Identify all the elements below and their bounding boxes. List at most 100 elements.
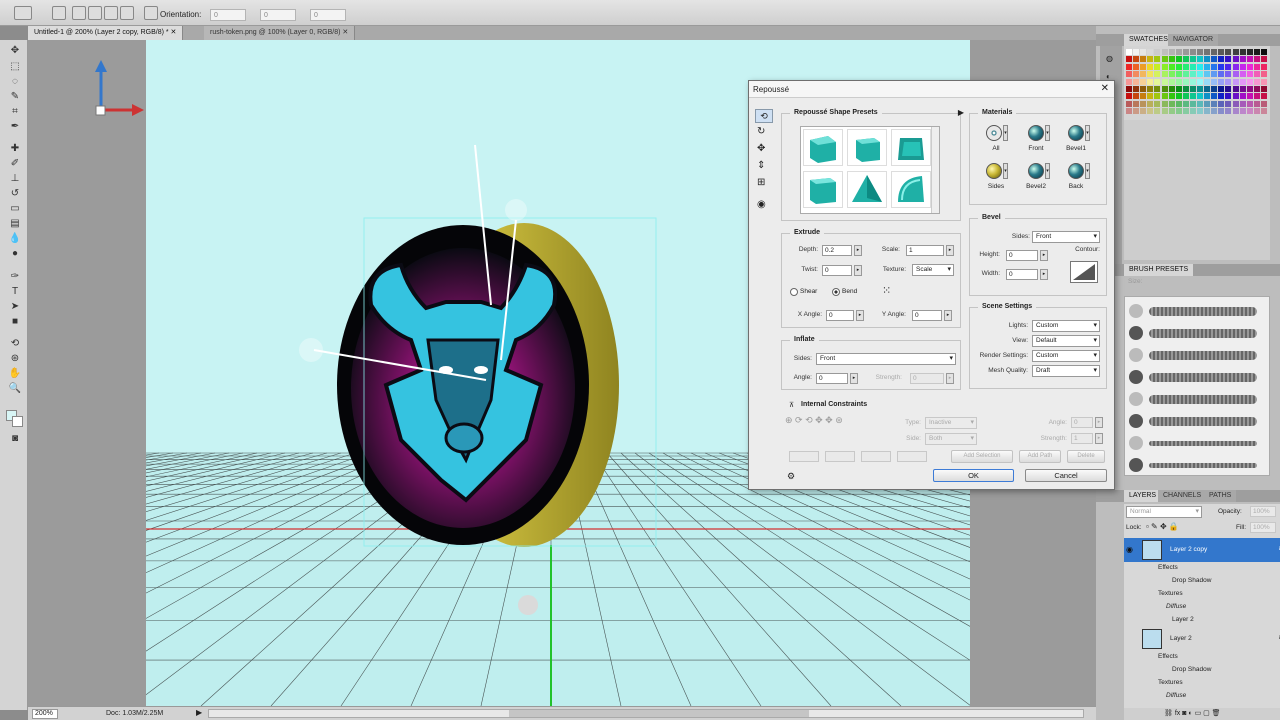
brush-tool-icon[interactable]: ✐ xyxy=(8,157,22,170)
yangle-spinner-icon[interactable]: ▸ xyxy=(944,310,952,321)
color-swatch[interactable] xyxy=(1253,71,1260,78)
color-swatch[interactable] xyxy=(1225,78,1232,85)
color-swatch[interactable] xyxy=(1126,49,1132,55)
color-swatch[interactable] xyxy=(1260,49,1267,55)
color-swatch[interactable] xyxy=(1133,71,1140,78)
yangle-field[interactable]: 0 xyxy=(912,310,942,321)
color-swatch[interactable] xyxy=(1239,100,1246,107)
color-swatch[interactable] xyxy=(1246,100,1253,107)
color-swatch[interactable] xyxy=(1260,78,1267,85)
color-swatch[interactable] xyxy=(1211,86,1218,92)
color-swatch[interactable] xyxy=(1126,71,1132,78)
color-swatch[interactable] xyxy=(1253,63,1260,70)
color-swatch[interactable] xyxy=(1232,63,1239,70)
color-swatch[interactable] xyxy=(1260,100,1267,107)
color-swatch[interactable] xyxy=(1232,78,1239,85)
color-swatch[interactable] xyxy=(1168,78,1175,85)
texture-select[interactable]: Scale xyxy=(912,264,954,276)
material-bevel1[interactable]: ▾ xyxy=(1064,122,1090,144)
color-swatch[interactable] xyxy=(1246,63,1253,70)
color-swatch[interactable] xyxy=(1189,56,1196,63)
color-swatch[interactable] xyxy=(1211,49,1218,55)
color-swatch[interactable] xyxy=(1126,100,1132,107)
fill-field[interactable]: 100% xyxy=(1250,522,1276,533)
color-swatch[interactable] xyxy=(1246,86,1253,92)
brush-preset-item[interactable] xyxy=(1127,367,1267,387)
color-swatch[interactable] xyxy=(1204,93,1211,100)
preset-sphere[interactable] xyxy=(891,171,931,208)
color-swatch[interactable] xyxy=(1197,63,1203,70)
status-menu-arrow-icon[interactable]: ▶ xyxy=(196,708,202,717)
color-swatch[interactable] xyxy=(1211,63,1218,70)
color-swatch[interactable] xyxy=(1246,93,1253,100)
color-swatch[interactable] xyxy=(1246,108,1253,115)
color-swatch[interactable] xyxy=(1161,100,1168,107)
tab-navigator[interactable]: NAVIGATOR xyxy=(1168,34,1219,46)
constraint-side-select[interactable]: Both xyxy=(925,433,977,445)
color-swatch[interactable] xyxy=(1133,63,1140,70)
eraser-icon[interactable]: ▭ xyxy=(8,202,22,215)
constraint-strength-spinner-icon[interactable]: ▸ xyxy=(1095,433,1103,444)
3d-rotate-icon[interactable]: ⟲ xyxy=(8,337,22,350)
color-swatch[interactable] xyxy=(1218,71,1225,78)
inflate-angle-field[interactable]: 0 xyxy=(816,373,848,384)
color-swatch[interactable] xyxy=(1225,49,1232,55)
eyedropper-icon[interactable]: ✒ xyxy=(8,120,22,133)
color-swatch[interactable] xyxy=(1126,86,1132,92)
object-slide-icon[interactable]: ⇕ xyxy=(757,160,765,171)
strength-spinner-icon[interactable]: ▸ xyxy=(946,373,954,384)
color-swatch[interactable] xyxy=(1225,86,1232,92)
constraint-type-select[interactable]: Inactive xyxy=(925,417,977,429)
tab-untitled-1[interactable]: Untitled-1 @ 200% (Layer 2 copy, RGB/8) … xyxy=(28,26,184,40)
object-rotate-icon[interactable]: ⟲ xyxy=(755,109,773,123)
color-swatch[interactable] xyxy=(1253,86,1260,92)
color-swatch[interactable] xyxy=(1239,49,1246,55)
color-swatch[interactable] xyxy=(1189,78,1196,85)
constraint-angle-spinner-icon[interactable]: ▸ xyxy=(1095,417,1103,428)
color-swatch[interactable] xyxy=(1204,56,1211,63)
preset-extrude[interactable] xyxy=(803,171,843,208)
color-swatch[interactable] xyxy=(1232,100,1239,107)
brush-preset-item[interactable] xyxy=(1127,345,1267,365)
color-swatch[interactable] xyxy=(1253,49,1260,55)
layer-effect-row[interactable]: Drop Shadow xyxy=(1124,575,1280,588)
brush-preset-item[interactable] xyxy=(1127,411,1267,431)
collapse-icon[interactable]: ⊼ xyxy=(789,401,794,409)
color-swatch[interactable] xyxy=(1168,63,1175,70)
color-swatch[interactable] xyxy=(1147,56,1154,63)
marquee-tool-icon[interactable]: ⬚ xyxy=(8,60,22,73)
color-swatch[interactable] xyxy=(1246,71,1253,78)
color-swatch[interactable] xyxy=(1211,93,1218,100)
layer-row[interactable]: Layer 2fx xyxy=(1124,627,1280,651)
color-swatch[interactable] xyxy=(1147,78,1154,85)
3d-orbit-icon[interactable]: ⊛ xyxy=(8,352,22,365)
color-swatch[interactable] xyxy=(1161,78,1168,85)
brush-preset-item[interactable] xyxy=(1127,433,1267,453)
color-swatch[interactable] xyxy=(1175,100,1182,107)
cancel-button[interactable]: Cancel xyxy=(1025,469,1107,482)
color-swatch[interactable] xyxy=(1239,93,1246,100)
bevel-height-field[interactable]: 0 xyxy=(1006,250,1038,261)
color-swatch[interactable] xyxy=(1218,49,1225,55)
color-swatch[interactable] xyxy=(1147,63,1154,70)
inflate-sides-select[interactable]: Front xyxy=(816,353,956,365)
color-swatch[interactable] xyxy=(1182,63,1189,70)
color-swatch[interactable] xyxy=(1147,100,1154,107)
color-swatch[interactable] xyxy=(1182,49,1189,55)
layer-footer-icons[interactable]: ⛓ fx ◙ ◐ ▭ ▢ 🗑 xyxy=(1124,708,1280,720)
color-swatch[interactable] xyxy=(1126,108,1132,115)
clone-stamp-icon[interactable]: ⊥ xyxy=(8,172,22,185)
color-swatch[interactable] xyxy=(1161,86,1168,92)
color-swatch[interactable] xyxy=(1182,86,1189,92)
color-swatch[interactable] xyxy=(1232,71,1239,78)
constraint-tools-icons[interactable]: ⊕ ⟳ ⟲ ✥ ✥ ⊛ xyxy=(785,415,843,426)
x-field[interactable]: 0 xyxy=(210,9,246,21)
bevel-sides-select[interactable]: Front xyxy=(1032,231,1100,243)
coord-field-y[interactable] xyxy=(825,451,855,462)
layer-effect-row[interactable]: Drop Shadow xyxy=(1124,664,1280,677)
tab-channels[interactable]: CHANNELS xyxy=(1158,490,1207,502)
color-panel-icon[interactable]: ◍ xyxy=(1106,54,1113,63)
xangle-field[interactable]: 0 xyxy=(826,310,854,321)
color-swatch[interactable] xyxy=(1168,86,1175,92)
color-swatch[interactable] xyxy=(1204,100,1211,107)
